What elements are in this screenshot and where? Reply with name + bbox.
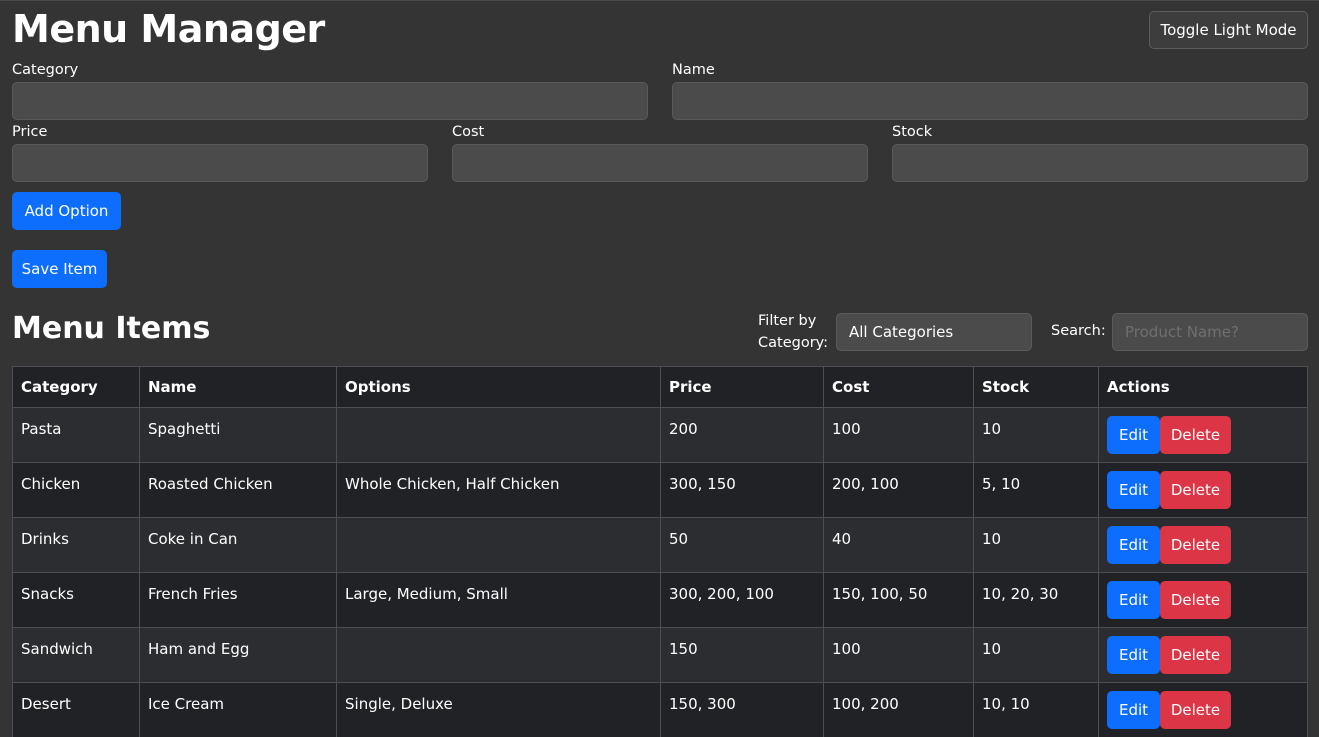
category-input[interactable] bbox=[12, 82, 648, 120]
cell-cost: 100 bbox=[823, 407, 974, 463]
stock-input[interactable] bbox=[892, 144, 1308, 182]
column-header-options: Options bbox=[336, 366, 661, 408]
cost-input[interactable] bbox=[452, 144, 868, 182]
cell-price: 300, 150 bbox=[660, 462, 824, 518]
cell-actions: Edit Delete bbox=[1098, 682, 1308, 737]
filter-category-label: Filter by Category: bbox=[758, 313, 829, 351]
cell-name: French Fries bbox=[139, 572, 337, 628]
category-label: Category bbox=[12, 62, 79, 78]
edit-button[interactable]: Edit bbox=[1107, 691, 1160, 729]
cell-cost: 150, 100, 50 bbox=[823, 572, 974, 628]
cell-actions: Edit Delete bbox=[1098, 517, 1308, 573]
cell-category: Drinks bbox=[12, 517, 140, 573]
cell-price: 150 bbox=[660, 627, 824, 683]
table-row: Snacks French Fries Large, Medium, Small 30… bbox=[12, 572, 1308, 628]
edit-button[interactable]: Edit bbox=[1107, 526, 1160, 564]
name-label: Name bbox=[672, 62, 715, 78]
cell-cost: 40 bbox=[823, 517, 974, 573]
cell-cost: 100, 200 bbox=[823, 682, 974, 737]
name-input[interactable] bbox=[672, 82, 1308, 120]
cell-stock: 10, 20, 30 bbox=[973, 572, 1099, 628]
cell-price: 50 bbox=[660, 517, 824, 573]
search-label: Search: bbox=[1051, 323, 1106, 339]
delete-button[interactable]: Delete bbox=[1160, 581, 1231, 619]
delete-button[interactable]: Delete bbox=[1160, 471, 1231, 509]
column-header-name: Name bbox=[139, 366, 337, 408]
price-input[interactable] bbox=[12, 144, 428, 182]
cell-stock: 5, 10 bbox=[973, 462, 1099, 518]
cell-category: Sandwich bbox=[12, 627, 140, 683]
stock-label: Stock bbox=[892, 124, 933, 140]
cell-name: Ice Cream bbox=[139, 682, 337, 737]
delete-button[interactable]: Delete bbox=[1160, 416, 1231, 454]
column-header-category: Category bbox=[12, 366, 140, 408]
cell-options bbox=[336, 407, 661, 463]
price-label: Price bbox=[12, 124, 48, 140]
table-header-row: Category Name Options Price Cost Stock A… bbox=[12, 366, 1308, 408]
delete-button[interactable]: Delete bbox=[1160, 636, 1231, 674]
cell-name: Roasted Chicken bbox=[139, 462, 337, 518]
cell-price: 150, 300 bbox=[660, 682, 824, 737]
cell-cost: 200, 100 bbox=[823, 462, 974, 518]
table-row: Pasta Spaghetti 200 100 10 Edit Delete bbox=[12, 407, 1308, 463]
toggle-light-mode-button[interactable]: Toggle Light Mode bbox=[1149, 11, 1308, 49]
cell-actions: Edit Delete bbox=[1098, 462, 1308, 518]
table-row: Desert Ice Cream Single, Deluxe 150, 300 100… bbox=[12, 682, 1308, 737]
category-filter-select[interactable]: All Categories bbox=[836, 313, 1032, 351]
cell-category: Pasta bbox=[12, 407, 140, 463]
menu-items-title: Menu Items bbox=[12, 311, 211, 346]
table-row: Chicken Roasted Chicken Whole Chicken, Hal… bbox=[12, 462, 1308, 518]
cell-options: Whole Chicken, Half Chicken bbox=[336, 462, 661, 518]
table-row: Sandwich Ham and Egg 150 100 10 Edit Delete bbox=[12, 627, 1308, 683]
menu-manager-page: Menu Manager Toggle Light Mode Category … bbox=[0, 1, 1319, 737]
cell-stock: 10, 10 bbox=[973, 682, 1099, 737]
cell-category: Desert bbox=[12, 682, 140, 737]
search-input[interactable]: Product Name? bbox=[1112, 313, 1308, 351]
cell-options bbox=[336, 517, 661, 573]
edit-button[interactable]: Edit bbox=[1107, 581, 1160, 619]
edit-button[interactable]: Edit bbox=[1107, 636, 1160, 674]
column-header-price: Price bbox=[660, 366, 824, 408]
cell-price: 300, 200, 100 bbox=[660, 572, 824, 628]
cell-category: Snacks bbox=[12, 572, 140, 628]
cell-actions: Edit Delete bbox=[1098, 627, 1308, 683]
cell-name: Ham and Egg bbox=[139, 627, 337, 683]
cell-actions: Edit Delete bbox=[1098, 407, 1308, 463]
menu-items-table: Category Name Options Price Cost Stock A… bbox=[12, 366, 1308, 737]
delete-button[interactable]: Delete bbox=[1160, 526, 1231, 564]
save-item-button[interactable]: Save Item bbox=[12, 250, 107, 288]
edit-button[interactable]: Edit bbox=[1107, 416, 1160, 454]
cost-label: Cost bbox=[452, 124, 485, 140]
column-header-actions: Actions bbox=[1098, 366, 1308, 408]
column-header-stock: Stock bbox=[973, 366, 1099, 408]
cell-name: Spaghetti bbox=[139, 407, 337, 463]
cell-options: Large, Medium, Small bbox=[336, 572, 661, 628]
cell-stock: 10 bbox=[973, 627, 1099, 683]
cell-stock: 10 bbox=[973, 517, 1099, 573]
page-title: Menu Manager bbox=[12, 7, 325, 51]
cell-name: Coke in Can bbox=[139, 517, 337, 573]
column-header-cost: Cost bbox=[823, 366, 974, 408]
add-option-button[interactable]: Add Option bbox=[12, 192, 121, 230]
cell-stock: 10 bbox=[973, 407, 1099, 463]
delete-button[interactable]: Delete bbox=[1160, 691, 1231, 729]
table-row: Drinks Coke in Can 50 40 10 Edit Delete bbox=[12, 517, 1308, 573]
cell-cost: 100 bbox=[823, 627, 974, 683]
cell-options: Single, Deluxe bbox=[336, 682, 661, 737]
cell-category: Chicken bbox=[12, 462, 140, 518]
edit-button[interactable]: Edit bbox=[1107, 471, 1160, 509]
cell-price: 200 bbox=[660, 407, 824, 463]
cell-actions: Edit Delete bbox=[1098, 572, 1308, 628]
cell-options bbox=[336, 627, 661, 683]
